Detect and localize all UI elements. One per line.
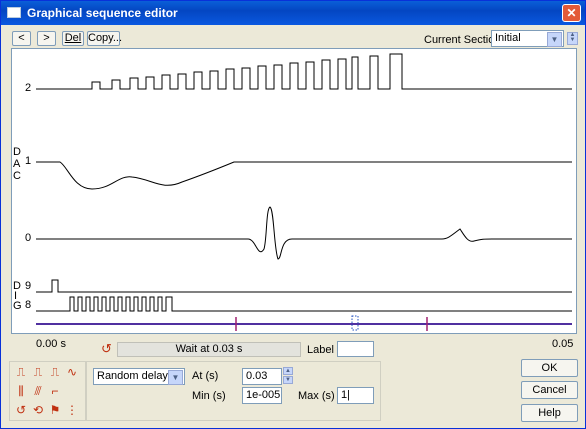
timeline-start-label: 0.00 s	[36, 338, 66, 350]
double-pulse-tool-icon[interactable]: ⎍	[30, 364, 46, 380]
item-type-select[interactable]: Random delay ▼	[93, 368, 185, 385]
ramp-pulse-tool-icon[interactable]: ⎍	[47, 364, 63, 380]
pulse-tool-icon[interactable]: ⎍	[13, 364, 29, 380]
pulse-train-tool-icon[interactable]: ⫼	[13, 383, 29, 399]
dac-channel-0-trace	[36, 206, 572, 260]
item-type-value: Random delay	[97, 370, 168, 382]
channel-label-2: 2	[25, 82, 32, 94]
waveform-canvas	[36, 53, 572, 331]
channel-label-1: 1	[25, 155, 32, 167]
delete-button[interactable]: Del	[62, 31, 84, 46]
group-label-dac-1: D	[13, 146, 21, 158]
window-icon	[7, 7, 21, 18]
close-button[interactable]: ✕	[562, 4, 581, 22]
group-label-dac-2: A	[13, 158, 21, 170]
group-label-dig-3: G	[13, 300, 22, 312]
previous-button[interactable]: <	[12, 31, 31, 46]
sequence-tool-icon[interactable]: ⋮	[64, 402, 80, 418]
label-input[interactable]	[337, 341, 374, 357]
min-input[interactable]: 1e-005	[242, 387, 282, 404]
channel-label-8: 8	[25, 299, 32, 311]
undo-icon[interactable]: ↺	[101, 341, 112, 357]
next-button[interactable]: >	[37, 31, 56, 46]
section-spinner[interactable]: ▲ ▼	[567, 32, 578, 45]
item-edit-panel: Random delay ▼ At (s) 0.03 ▲ ▼ Min (s) 1…	[86, 361, 381, 421]
current-section-select[interactable]: Initial ▼	[491, 30, 564, 47]
sequence-plot[interactable]: 2 1 0 9 8 D A C D I G	[11, 48, 577, 334]
current-section-value: Initial	[495, 32, 521, 44]
delay-tool-icon[interactable]: ↺	[13, 402, 29, 418]
status-bar: Wait at 0.03 s	[117, 342, 301, 357]
timeline-end-label: 0.05	[552, 338, 574, 350]
cancel-button[interactable]: Cancel	[521, 381, 578, 399]
chevron-down-icon: ▼	[547, 32, 562, 47]
help-button[interactable]: Help	[521, 404, 578, 422]
at-spin-up-icon[interactable]: ▲	[283, 367, 293, 375]
title-bar: Graphical sequence editor ✕	[1, 1, 585, 25]
current-section-label: Current Section	[424, 34, 501, 46]
at-input[interactable]: 0.03	[242, 368, 282, 385]
sine-tool-icon[interactable]: ∿	[64, 364, 80, 380]
max-input[interactable]: 1|	[337, 387, 374, 404]
shape-toolbox: ⎍ ⎍ ⎍ ∿ ⫼ ⫻ ⌐ ↺ ⟲ ⚑ ⋮	[9, 361, 86, 421]
loop-tool-icon[interactable]: ⟲	[30, 402, 46, 418]
min-label: Min (s)	[192, 390, 226, 402]
at-label: At (s)	[192, 370, 219, 382]
ramp-train-tool-icon[interactable]: ⫻	[30, 383, 46, 399]
dac-channel-2-trace	[36, 53, 572, 90]
channel-label-9: 9	[25, 280, 32, 292]
step-tool-icon[interactable]: ⌐	[47, 383, 63, 399]
dig-channel-9-trace	[36, 279, 572, 293]
ok-button[interactable]: OK	[521, 359, 578, 377]
max-label: Max (s)	[298, 390, 335, 402]
flag-tool-icon[interactable]: ⚑	[47, 402, 63, 418]
window-title: Graphical sequence editor	[27, 6, 178, 20]
channel-label-0: 0	[25, 232, 32, 244]
copy-button[interactable]: Copy...	[87, 31, 122, 46]
label-field-label: Label	[307, 344, 334, 356]
close-icon: ✕	[566, 6, 577, 20]
sequence-editor-window: Graphical sequence editor ✕ < > Del Copy…	[0, 0, 586, 429]
dig-channel-8-trace	[36, 296, 572, 312]
group-label-dac-3: C	[13, 170, 21, 182]
chevron-down-icon: ▼	[168, 370, 183, 385]
dac-channel-1-trace	[36, 161, 572, 190]
at-spin-down-icon[interactable]: ▼	[283, 376, 293, 384]
